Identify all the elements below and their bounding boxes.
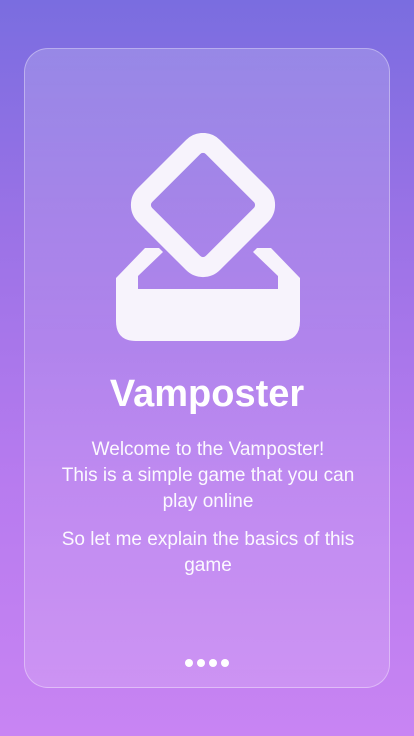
intro-line: This is a simple game that you can play …	[61, 465, 355, 512]
explain-text: So let me explain the basics of this gam…	[61, 529, 355, 576]
page-dot-3[interactable]	[209, 659, 217, 667]
page-dot-4[interactable]	[221, 659, 229, 667]
page-dot-2[interactable]	[197, 659, 205, 667]
page-dot-1[interactable]	[185, 659, 193, 667]
page-indicator[interactable]	[25, 659, 389, 667]
onboarding-card: Vamposter Welcome to the Vamposter! This…	[24, 48, 390, 688]
welcome-line: Welcome to the Vamposter!	[91, 439, 325, 460]
welcome-text: Welcome to the Vamposter! This is a simp…	[45, 437, 371, 515]
app-title: Vamposter	[109, 373, 305, 415]
tilted-square-in-tray-icon	[116, 133, 300, 341]
